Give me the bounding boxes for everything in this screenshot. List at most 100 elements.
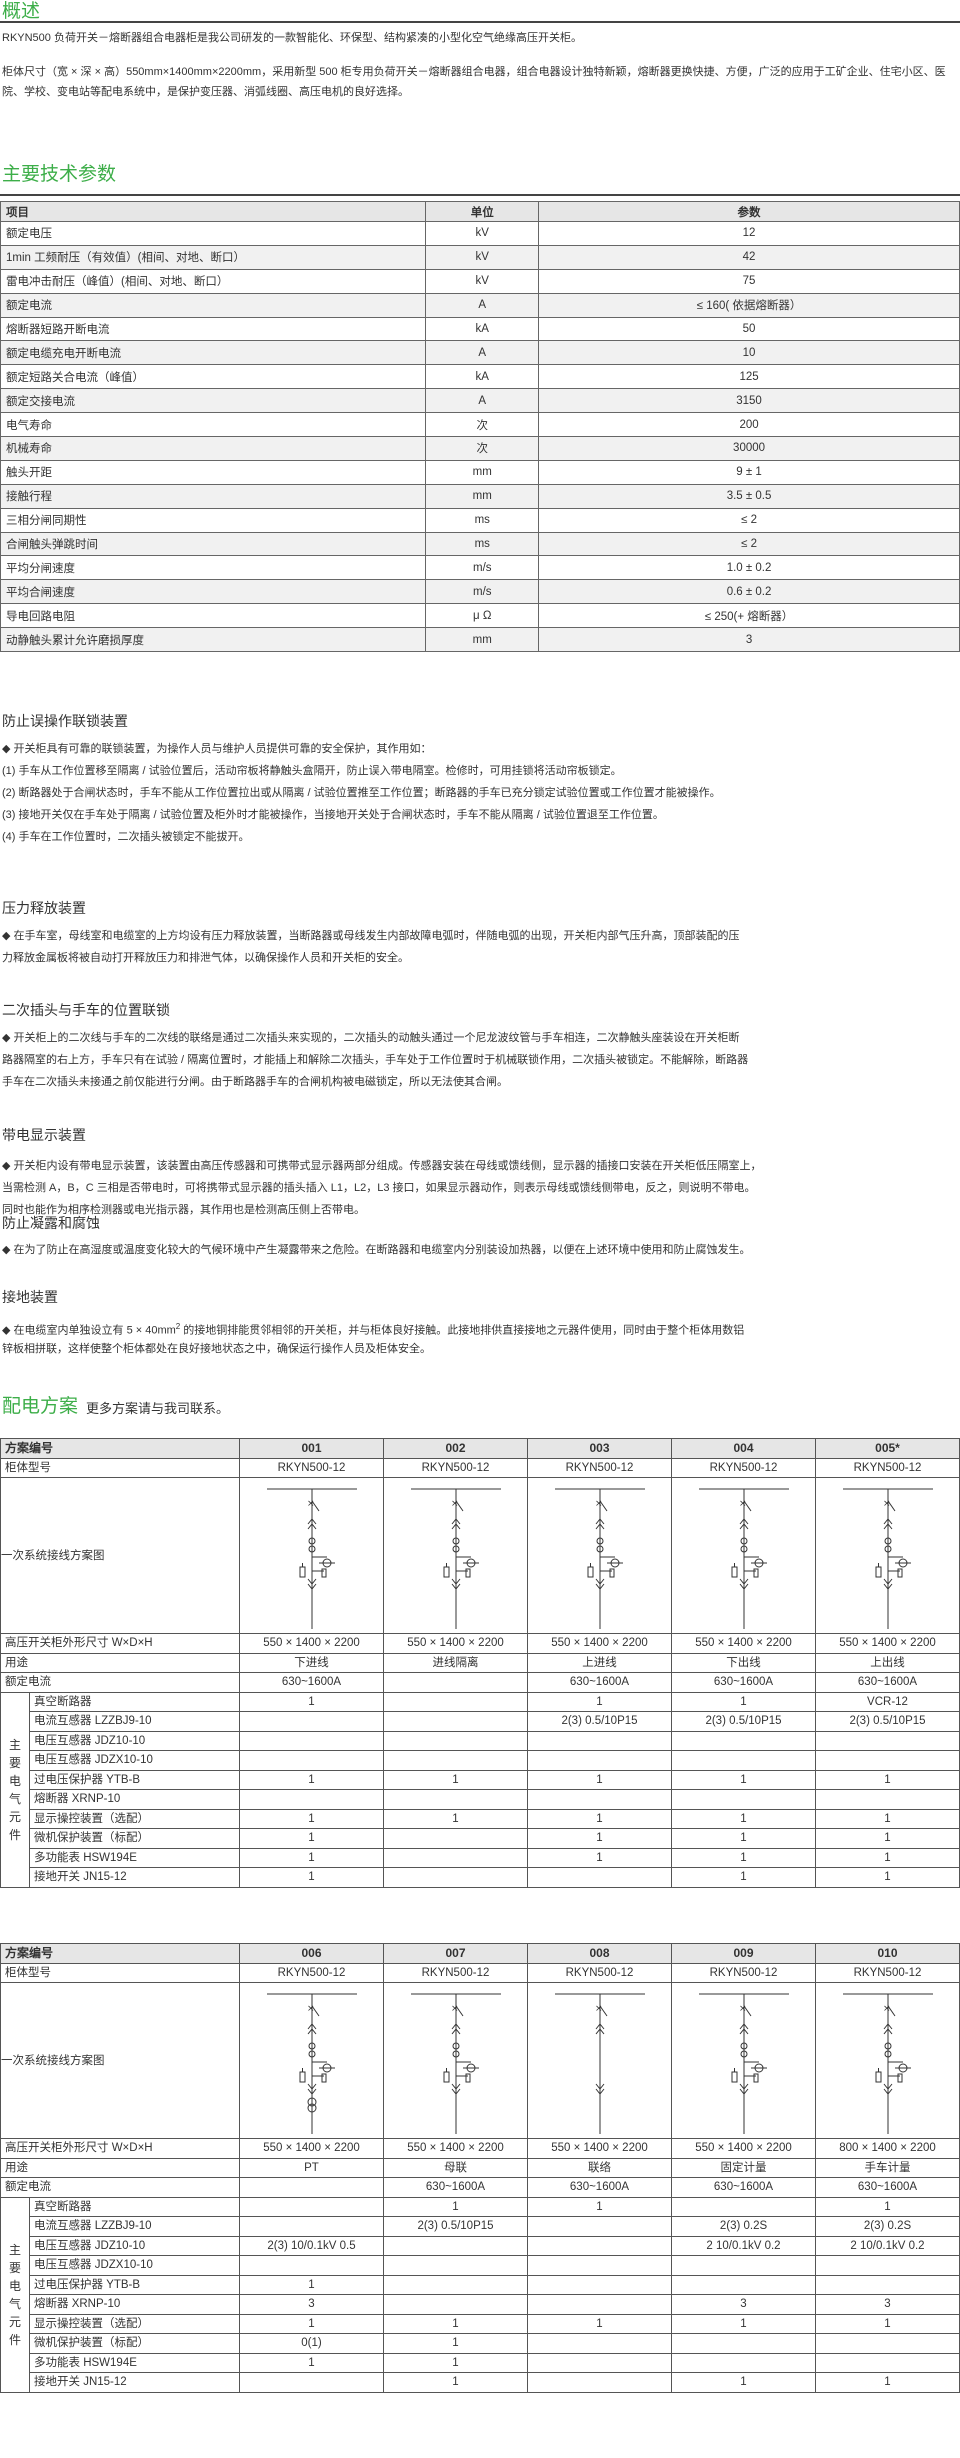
diagram-cell: ×: [671, 1982, 816, 2139]
single-line-diagram-icon: ×: [266, 1993, 357, 2134]
scheme-component-row: 电流互感器 LZZBJ9-10 2(3) 0.5/10P15 2(3) 0.5/10…: [1, 1711, 960, 1732]
component-name: 微机保护装置（标配）: [29, 2333, 240, 2354]
size-cell: 550 × 1400 × 2200: [383, 1633, 528, 1654]
component-value: 1: [671, 1691, 816, 1712]
component-value: 2(3) 0.2S: [671, 2216, 816, 2237]
params-row: 触头开距 mm 9 ± 1: [0, 459, 960, 485]
diagram-cell: ×: [527, 1982, 672, 2139]
component-name: 电流互感器 LZZBJ9-10: [29, 1711, 240, 1732]
scheme-component-row: 微机保护装置（标配） 0(1) 1: [1, 2333, 960, 2354]
diagram-cell: ×: [383, 1982, 528, 2139]
pressure-line: ◆ 在手车室，母线室和电缆室的上方均设有压力释放装置，当断路器或母线发生内部故障…: [2, 930, 740, 942]
component-value: [527, 2372, 672, 2393]
scheme-no-cell: 007: [383, 1943, 528, 1964]
params-header-row: 项目 单位 参数: [0, 201, 960, 222]
component-value: [671, 2352, 816, 2373]
params-cell: 触头开距: [0, 459, 427, 485]
component-value: 1: [383, 2333, 528, 2354]
params-cell: 三相分闸同期性: [0, 507, 427, 533]
params-cell: ≤ 2: [538, 531, 960, 557]
params-cell: 电气寿命: [0, 412, 427, 438]
current-cell: 630~1600A: [527, 2177, 672, 2198]
scheme-component-row: 多功能表 HSW194E 1 1: [1, 2352, 960, 2373]
scheme-table-2: 方案编号 006 007 008 009 010 柜体型号 RKYN500-12 RKYN500…: [0, 1943, 960, 2393]
component-name: 接地开关 JN15-12: [29, 2372, 240, 2393]
group-char: 气: [8, 1791, 21, 1806]
component-value: [671, 2196, 816, 2217]
component-value: [527, 1789, 672, 1810]
group-char: 要: [8, 1755, 21, 1770]
component-value: 1: [383, 2372, 528, 2393]
component-value: [383, 1730, 528, 1751]
component-name: 多功能表 HSW194E: [29, 1847, 240, 1868]
params-row: 三相分闸同期性 ms ≤ 2: [0, 507, 960, 533]
model-cell: RKYN500-12: [239, 1457, 384, 1478]
svg-text:×: ×: [451, 2004, 459, 2014]
scheme-current-row: 额定电流 630~1600A 630~1600A 630~1600A 630~1600A: [0, 1672, 960, 1693]
params-cell: 额定交接电流: [0, 388, 427, 414]
component-value: [383, 2235, 528, 2256]
single-line-diagram-icon: ×: [698, 1488, 789, 1629]
component-value: 0(1): [239, 2333, 384, 2354]
current-cell: 630~1600A: [383, 2177, 528, 2198]
component-value: [671, 2255, 816, 2276]
svg-text:×: ×: [739, 2004, 747, 2014]
params-cell: 额定电流: [0, 292, 427, 318]
secondary-line: ◆ 开关柜上的二次线与手车的二次线的联络是通过二次插头来实现的，二次插头的动触头…: [2, 1032, 740, 1044]
interlock-line: (4) 手车在工作位置时，二次插头被锁定不能拔开。: [2, 831, 250, 843]
params-cell: 额定电缆充电开断电流: [0, 340, 427, 366]
svg-text:×: ×: [739, 1499, 747, 1509]
use-label: 用途: [0, 1652, 240, 1673]
size-cell: 800 × 1400 × 2200: [815, 2138, 960, 2159]
component-value: [671, 2333, 816, 2354]
component-value: [815, 1789, 960, 1810]
component-value: [239, 1750, 384, 1771]
component-value: 1: [527, 1808, 672, 1829]
component-value: 1: [383, 2352, 528, 2373]
component-value: 1: [527, 1847, 672, 1868]
component-value: [239, 2196, 384, 2217]
single-line-diagram-icon: ×: [554, 1993, 645, 2134]
component-value: 2(3) 0.2S: [815, 2216, 960, 2237]
svg-text:×: ×: [883, 1499, 891, 1509]
component-value: 1: [239, 2352, 384, 2373]
overview-paragraph-1: RKYN500 负荷开关－熔断器组合电器柜是我公司研发的一款智能化、环保型、结构…: [2, 32, 582, 44]
scheme-diagram-row: 一次系统接线方案图 × × × × ×: [0, 1477, 960, 1634]
single-line-diagram-icon: ×: [554, 1488, 645, 1629]
component-value: 1: [383, 2313, 528, 2334]
scheme-model-row: 柜体型号 RKYN500-12 RKYN500-12 RKYN500-12 RKYN50…: [0, 1457, 960, 1478]
display-line: 当需检测 A，B，C 三相是否带电时，可将携带式显示器的插头插入 L1，L2，L…: [2, 1182, 756, 1194]
params-cell: mm: [425, 483, 540, 509]
size-cell: 550 × 1400 × 2200: [527, 1633, 672, 1654]
component-value: [527, 2235, 672, 2256]
component-value: [383, 2274, 528, 2295]
group-char: 电: [8, 1773, 21, 1788]
component-value: [815, 2333, 960, 2354]
params-table: 项目 单位 参数 额定电压 kV 12 1min 工频耐压（有效值）(相间、对地、断口） kV…: [0, 201, 960, 653]
scheme-component-row: 电压互感器 JDZ10-10: [1, 1730, 960, 1751]
component-value: 3: [815, 2294, 960, 2315]
params-cell: A: [425, 340, 540, 366]
params-cell: kV: [425, 221, 540, 246]
component-value: 1: [671, 1828, 816, 1849]
scheme-component-row: 电流互感器 LZZBJ9-10 2(3) 0.5/10P15 2(3) 0.2S 2(…: [1, 2216, 960, 2237]
single-line-diagram-icon: ×: [266, 1488, 357, 1629]
params-row: 平均分闸速度 m/s 1.0 ± 0.2: [0, 555, 960, 581]
component-value: 2(3) 0.5/10P15: [815, 1711, 960, 1732]
component-value: VCR-12: [815, 1691, 960, 1712]
component-value: 2 10/0.1kV 0.2: [815, 2235, 960, 2256]
use-cell: 下出线: [671, 1652, 816, 1673]
current-cell: [383, 1672, 528, 1693]
component-name: 多功能表 HSW194E: [29, 2352, 240, 2373]
component-value: 1: [671, 2372, 816, 2393]
component-value: 1: [671, 1867, 816, 1888]
ground-line-2: 锌板相拼联，这样使整个柜体都处在良好接地状态之中，确保运行操作人员及柜体安全。: [2, 1343, 431, 1355]
group-char: 元: [8, 1809, 21, 1824]
scheme-no-label: 方案编号: [0, 1438, 240, 1459]
component-value: 1: [239, 1769, 384, 1790]
params-cell: 额定电压: [0, 221, 427, 246]
component-value: 1: [527, 2196, 672, 2217]
params-title: 主要技术参数: [2, 164, 117, 185]
params-row: 平均合闸速度 m/s 0.6 ± 0.2: [0, 579, 960, 605]
params-cell: 125: [538, 364, 960, 390]
